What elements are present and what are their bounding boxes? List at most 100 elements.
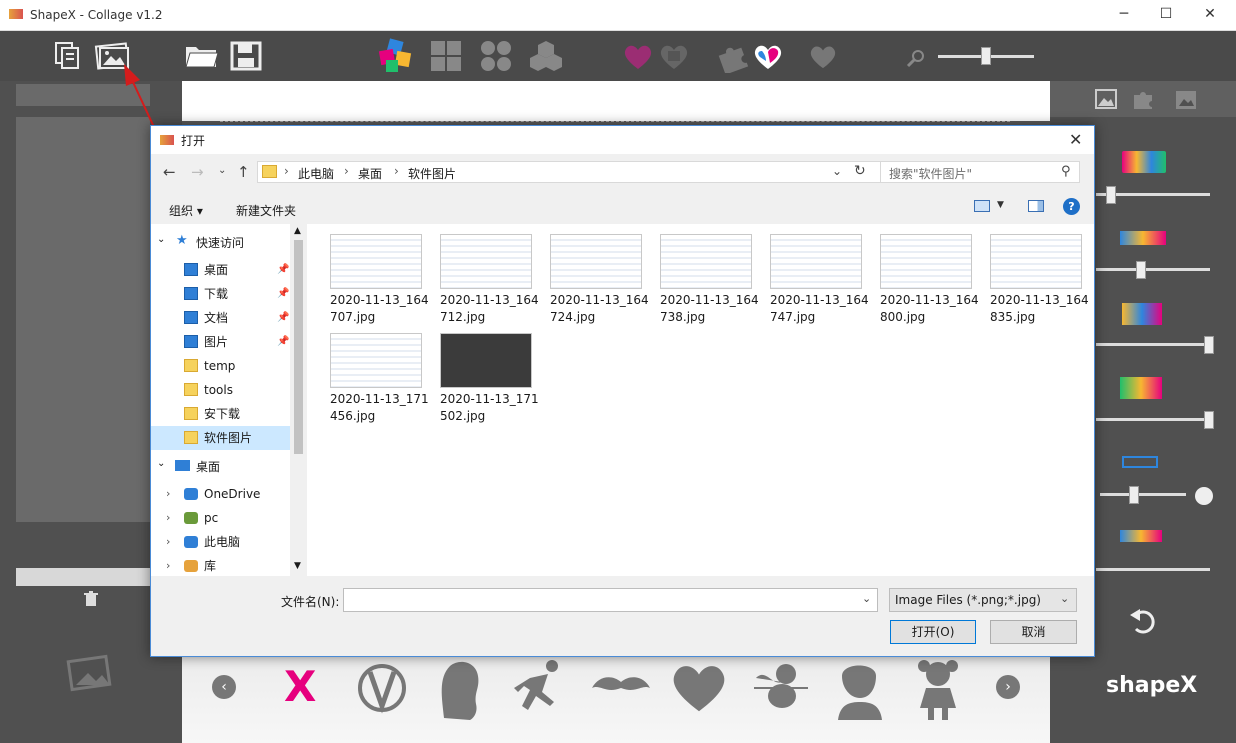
effect-2-icon[interactable] bbox=[1120, 231, 1166, 245]
recent-dropdown-icon[interactable]: ⌄ bbox=[218, 165, 226, 176]
cancel-button[interactable]: 取消 bbox=[990, 620, 1077, 644]
puzzle-icon[interactable] bbox=[716, 41, 750, 73]
hexagon-layout-icon[interactable] bbox=[530, 40, 562, 72]
breadcrumb-item[interactable]: 软件图片 bbox=[408, 165, 456, 182]
circles-layout-icon[interactable] bbox=[480, 40, 512, 72]
breadcrumb-item[interactable]: 桌面 bbox=[358, 165, 382, 182]
file-item[interactable]: 2020-11-13_164738.jpg bbox=[660, 234, 770, 326]
filename-dropdown-icon[interactable]: ⌄ bbox=[862, 592, 871, 605]
new-folder-button[interactable]: 新建文件夹 bbox=[236, 202, 296, 219]
save-icon[interactable] bbox=[230, 41, 262, 71]
help-icon[interactable]: ? bbox=[1063, 198, 1080, 215]
effect-2-slider[interactable] bbox=[1096, 268, 1210, 271]
scroll-down-arrow[interactable]: ▼ bbox=[294, 561, 301, 571]
collage-canvas[interactable] bbox=[182, 81, 1050, 121]
copy-icon[interactable] bbox=[52, 39, 84, 71]
prev-arrow-button[interactable]: ‹ bbox=[212, 675, 236, 699]
nav-desktop-item[interactable]: ›库 bbox=[151, 554, 290, 578]
image-tab-icon[interactable] bbox=[1095, 89, 1117, 109]
shape-v-mask[interactable] bbox=[358, 658, 406, 716]
shape-runner[interactable] bbox=[510, 658, 570, 718]
effect-3-slider[interactable] bbox=[1096, 343, 1210, 346]
grid-layout-icon[interactable] bbox=[430, 40, 462, 72]
file-item[interactable]: 2020-11-13_164747.jpg bbox=[770, 234, 880, 326]
effect-5-icon[interactable] bbox=[1122, 456, 1158, 468]
nav-item[interactable]: temp bbox=[151, 354, 290, 378]
shape-mustache[interactable] bbox=[590, 674, 652, 700]
file-item[interactable]: 2020-11-13_164835.jpg bbox=[990, 234, 1100, 326]
file-item[interactable]: 2020-11-13_171456.jpg bbox=[330, 333, 440, 425]
breadcrumb-item[interactable]: 此电脑 bbox=[298, 165, 334, 182]
shape-cupid[interactable] bbox=[752, 658, 812, 718]
organize-button[interactable]: 组织 ▾ bbox=[169, 202, 203, 219]
effect-3-thumb[interactable] bbox=[1204, 336, 1214, 354]
up-button[interactable]: ↑ bbox=[237, 163, 250, 181]
nav-scrollbar[interactable]: ▲ ▼ bbox=[290, 224, 307, 576]
heart-shape-icon[interactable] bbox=[622, 43, 654, 71]
nav-item[interactable]: 软件图片 bbox=[151, 426, 290, 450]
expand-arrow[interactable]: › bbox=[166, 482, 170, 506]
dialog-close-button[interactable]: ✕ bbox=[1069, 130, 1082, 149]
view-dropdown-icon[interactable]: ▼ bbox=[997, 200, 1004, 210]
shape-x[interactable]: X bbox=[284, 662, 316, 711]
filename-input[interactable]: ⌄ bbox=[343, 588, 878, 612]
nav-item[interactable]: tools bbox=[151, 378, 290, 402]
forward-button[interactable]: → bbox=[191, 163, 204, 181]
file-type-dropdown-icon[interactable]: ⌄ bbox=[1060, 592, 1069, 605]
effect-4-thumb[interactable] bbox=[1204, 411, 1214, 429]
file-item[interactable]: 2020-11-13_171502.jpg bbox=[440, 333, 550, 425]
effect-5-thumb[interactable] bbox=[1129, 486, 1139, 504]
effect-4-icon[interactable] bbox=[1120, 377, 1162, 399]
effect-4-slider[interactable] bbox=[1096, 418, 1210, 421]
minimize-button[interactable]: ─ bbox=[1114, 6, 1134, 22]
back-button[interactable]: ← bbox=[163, 163, 176, 181]
maximize-button[interactable]: ☐ bbox=[1156, 6, 1176, 22]
expand-arrow[interactable]: ⌄ bbox=[157, 234, 165, 245]
effect-6-icon[interactable] bbox=[1120, 530, 1162, 542]
expand-arrow[interactable]: › bbox=[166, 554, 170, 578]
effect-1-icon[interactable] bbox=[1122, 151, 1166, 173]
nav-item[interactable]: 下载📌 bbox=[151, 282, 290, 306]
search-input[interactable]: 搜索"软件图片" ⚲ bbox=[880, 161, 1080, 183]
nav-item[interactable]: 图片📌 bbox=[151, 330, 290, 354]
shape-girl[interactable] bbox=[912, 658, 964, 720]
nav-item[interactable]: 桌面📌 bbox=[151, 258, 290, 282]
preview-pane-icon[interactable] bbox=[1028, 200, 1044, 212]
shape-woman-silhouette[interactable] bbox=[434, 658, 486, 720]
trash-icon[interactable] bbox=[83, 591, 99, 607]
nav-desktop-item[interactable]: ›pc bbox=[151, 506, 290, 530]
desktop-label[interactable]: 桌面 bbox=[196, 458, 220, 475]
refresh-icon[interactable]: ↻ bbox=[854, 163, 866, 179]
color-picker-dot[interactable] bbox=[1195, 487, 1213, 505]
heart-outline-icon[interactable] bbox=[808, 44, 838, 70]
effect-6-slider[interactable] bbox=[1096, 568, 1210, 571]
close-button[interactable]: ✕ bbox=[1200, 6, 1220, 22]
nav-item[interactable]: 安下载 bbox=[151, 402, 290, 426]
expand-arrow[interactable]: › bbox=[166, 506, 170, 530]
file-item[interactable]: 2020-11-13_164724.jpg bbox=[550, 234, 660, 326]
frame-tab-icon[interactable] bbox=[1174, 89, 1198, 111]
nav-desktop-item[interactable]: ›此电脑 bbox=[151, 530, 290, 554]
file-item[interactable]: 2020-11-13_164800.jpg bbox=[880, 234, 990, 326]
effect-3-icon[interactable] bbox=[1122, 303, 1162, 325]
view-options-icon[interactable] bbox=[974, 200, 990, 212]
quick-access-label[interactable]: 快速访问 bbox=[196, 234, 244, 251]
expand-arrow[interactable]: ⌄ bbox=[157, 458, 165, 469]
file-item[interactable]: 2020-11-13_164712.jpg bbox=[440, 234, 550, 326]
shape-heart[interactable] bbox=[668, 658, 730, 718]
heart-frame-icon[interactable] bbox=[658, 43, 690, 71]
nav-desktop-item[interactable]: ›OneDrive bbox=[151, 482, 290, 506]
address-dropdown-icon[interactable]: ⌄ bbox=[832, 164, 842, 178]
effect-1-thumb[interactable] bbox=[1106, 186, 1116, 204]
open-button[interactable]: 打开(O) bbox=[890, 620, 976, 644]
scroll-up-arrow[interactable]: ▲ bbox=[294, 226, 301, 236]
nav-item[interactable]: 文档📌 bbox=[151, 306, 290, 330]
effect-2-thumb[interactable] bbox=[1136, 261, 1146, 279]
effect-5-slider[interactable] bbox=[1100, 493, 1186, 496]
next-arrow-button[interactable]: › bbox=[996, 675, 1020, 699]
scroll-thumb[interactable] bbox=[294, 240, 303, 454]
file-type-select[interactable]: Image Files (*.png;*.jpg) ⌄ bbox=[889, 588, 1077, 612]
color-heart-icon[interactable] bbox=[752, 43, 784, 71]
shape-portrait[interactable] bbox=[836, 658, 884, 720]
zoom-slider-thumb[interactable] bbox=[981, 47, 991, 65]
